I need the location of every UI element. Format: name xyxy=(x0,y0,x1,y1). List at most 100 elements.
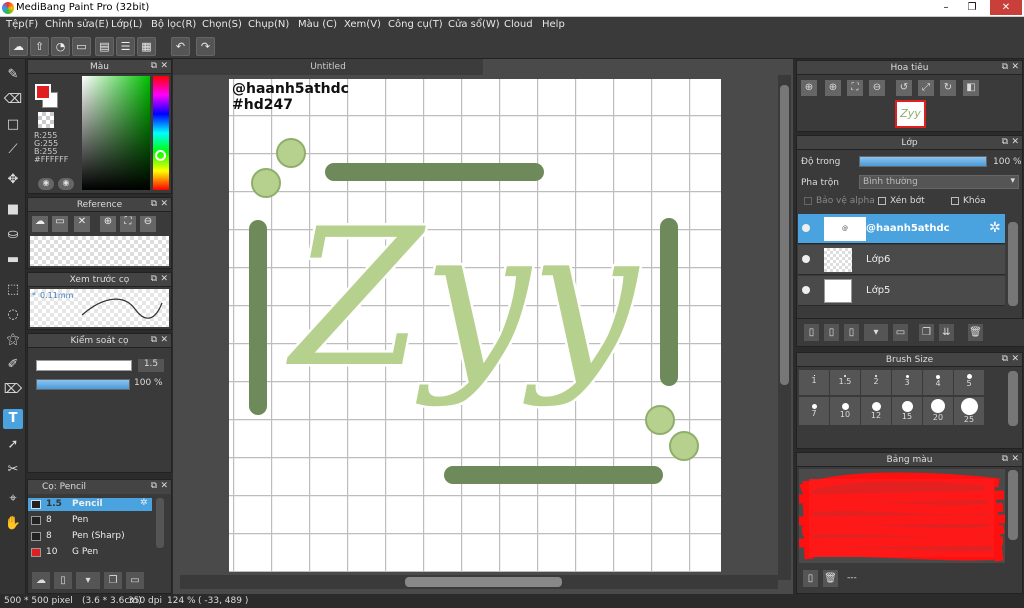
redo-button[interactable]: ↷ xyxy=(196,37,215,56)
palette-add-icon[interactable]: ◉ xyxy=(58,178,74,190)
layer-row[interactable]: Lớp5 xyxy=(798,276,1005,306)
zoom-out-icon[interactable]: ⊖ xyxy=(869,80,885,96)
close-icon[interactable]: ✕ xyxy=(160,335,168,345)
new-8bit-layer-icon[interactable]: ▯ xyxy=(844,324,859,341)
brush-list-scrollbar[interactable] xyxy=(156,498,164,548)
minimize-button[interactable]: – xyxy=(934,0,958,15)
eraser-tool-icon[interactable]: ⌫ xyxy=(3,90,23,110)
export-icon[interactable]: ⇧ xyxy=(30,37,49,56)
transparent-swatch[interactable] xyxy=(38,112,54,128)
bucket-tool-icon[interactable]: ⛀ xyxy=(3,225,23,245)
dot-tool-icon[interactable]: □ xyxy=(3,115,23,135)
float-icon[interactable]: ⧉ xyxy=(1002,354,1008,364)
fullscreen-icon[interactable]: ⤢ xyxy=(918,80,934,96)
rotate-left-icon[interactable]: ↺ xyxy=(896,80,912,96)
vertical-scroll-thumb[interactable] xyxy=(780,85,789,385)
horizontal-scrollbar[interactable] xyxy=(180,575,778,589)
fit-icon[interactable]: ⛶ xyxy=(120,216,136,232)
layer-row[interactable]: Lớp6 xyxy=(798,245,1005,275)
move-tool-icon[interactable]: ✥ xyxy=(3,170,23,190)
horizontal-scroll-thumb[interactable] xyxy=(405,577,562,587)
close-icon[interactable]: ✕ xyxy=(160,199,168,209)
text-tool-icon[interactable]: T xyxy=(3,409,23,429)
lock-checkbox[interactable] xyxy=(951,197,959,205)
float-icon[interactable]: ⧉ xyxy=(1002,137,1008,147)
gear-icon[interactable]: ✲ xyxy=(989,220,1001,236)
brush-item[interactable]: 1.5 Pencil ✲ xyxy=(28,498,152,511)
eyedropper-tool-icon[interactable]: ⌖ xyxy=(3,489,23,509)
close-icon[interactable]: ✕ xyxy=(1011,354,1019,364)
palette-grid[interactable] xyxy=(798,469,1006,563)
maximize-button[interactable]: ❐ xyxy=(960,0,984,15)
folder-icon[interactable]: ▭ xyxy=(893,324,908,341)
menu-edit[interactable]: Chỉnh sửa(E) xyxy=(45,19,109,30)
blend-mode-select[interactable]: Bình thường ▾ xyxy=(859,175,1019,189)
menu-window[interactable]: Cửa sổ(W) xyxy=(448,19,500,30)
menu-file[interactable]: Tệp(F) xyxy=(6,19,38,30)
copy-brush-icon[interactable]: ❐ xyxy=(104,572,122,589)
brush-size-cell[interactable]: 1 xyxy=(799,370,829,395)
drawing-canvas[interactable]: Zyy @haanh5athdc #hd247 xyxy=(229,79,721,572)
layer-scrollbar[interactable] xyxy=(1008,222,1018,306)
close-icon[interactable]: ✕ xyxy=(160,61,168,71)
select-eraser-tool-icon[interactable]: ⌦ xyxy=(3,380,23,400)
list-icon[interactable]: ☰ xyxy=(116,37,135,56)
brush-tool-icon[interactable]: ✎ xyxy=(3,65,23,85)
brush-size-cell[interactable]: 1.5 xyxy=(830,370,860,395)
brush-size-slider[interactable] xyxy=(36,360,132,371)
select-tool-icon[interactable]: ⬚ xyxy=(3,280,23,300)
saturation-value-picker[interactable] xyxy=(82,76,150,190)
select-pen-tool-icon[interactable]: ✐ xyxy=(3,355,23,375)
new-halftone-layer-icon[interactable]: ▯ xyxy=(824,324,839,341)
brush-size-cell[interactable]: 10 xyxy=(830,397,860,425)
menu-color[interactable]: Màu (C) xyxy=(298,19,337,30)
folder-icon[interactable]: ▭ xyxy=(126,572,144,589)
menu-filter[interactable]: Bộ lọc(R) xyxy=(151,19,196,30)
brush-item[interactable]: 10 G Pen xyxy=(28,546,152,559)
hue-handle[interactable] xyxy=(155,150,166,161)
eye-icon[interactable] xyxy=(802,255,810,263)
menu-capture[interactable]: Chụp(N) xyxy=(248,19,289,30)
brush-size-cell[interactable]: 7 xyxy=(799,397,829,425)
cloud-ref-icon[interactable]: ☁ xyxy=(32,216,48,232)
zoom-in-icon[interactable]: ⊕ xyxy=(100,216,116,232)
close-ref-icon[interactable]: ✕ xyxy=(74,216,90,232)
rect-fill-tool-icon[interactable]: ■ xyxy=(3,200,23,220)
palette-scrollbar[interactable] xyxy=(1008,470,1018,540)
document-tab[interactable]: Untitled xyxy=(173,59,483,75)
chat-icon[interactable]: ◔ xyxy=(51,37,70,56)
close-icon[interactable]: ✕ xyxy=(1011,62,1019,72)
divide-tool-icon[interactable]: ✂ xyxy=(3,460,23,480)
new-palette-icon[interactable]: ▯ xyxy=(803,570,818,587)
brush-size-cell[interactable]: 3 xyxy=(892,370,922,395)
brush-size-cell[interactable]: 5 xyxy=(954,370,984,395)
operation-tool-icon[interactable]: ➚ xyxy=(3,435,23,455)
navigator-thumbnail[interactable]: Zyy xyxy=(895,100,926,128)
brush-size-cell[interactable]: 15 xyxy=(892,397,922,425)
add-brush-menu-icon[interactable]: ▾ xyxy=(76,572,100,589)
cloud-brush-icon[interactable]: ☁ xyxy=(32,572,50,589)
hue-slider[interactable] xyxy=(153,76,169,190)
menu-view[interactable]: Xem(V) xyxy=(344,19,381,30)
cloud-icon[interactable]: ☁ xyxy=(9,37,28,56)
menu-cloud[interactable]: Cloud xyxy=(504,19,533,30)
reference-canvas[interactable] xyxy=(30,236,169,266)
menu-help[interactable]: Help xyxy=(542,19,565,30)
new-layer-icon[interactable]: ▯ xyxy=(804,324,819,341)
new-brush-icon[interactable]: ▯ xyxy=(54,572,72,589)
zoom-actual-icon[interactable]: ⊕ xyxy=(801,80,817,96)
float-icon[interactable]: ⧉ xyxy=(1002,454,1008,464)
stroke-tool-icon[interactable]: ⟋ xyxy=(3,140,23,160)
open-folder-icon[interactable]: ▭ xyxy=(52,216,68,232)
merge-layer-icon[interactable]: ⇊ xyxy=(939,324,954,341)
protect-alpha-checkbox[interactable] xyxy=(804,197,812,205)
grid-icon[interactable]: ▦ xyxy=(137,37,156,56)
close-icon[interactable]: ✕ xyxy=(1011,137,1019,147)
gear-icon[interactable]: ✲ xyxy=(140,498,148,508)
close-icon[interactable]: ✕ xyxy=(160,274,168,284)
close-icon[interactable]: ✕ xyxy=(160,481,168,491)
menu-layer[interactable]: Lớp(L) xyxy=(111,19,142,30)
delete-layer-icon[interactable]: 🗑 xyxy=(968,324,983,341)
close-button[interactable]: ✕ xyxy=(990,0,1022,15)
fit-icon[interactable]: ⛶ xyxy=(847,80,863,96)
